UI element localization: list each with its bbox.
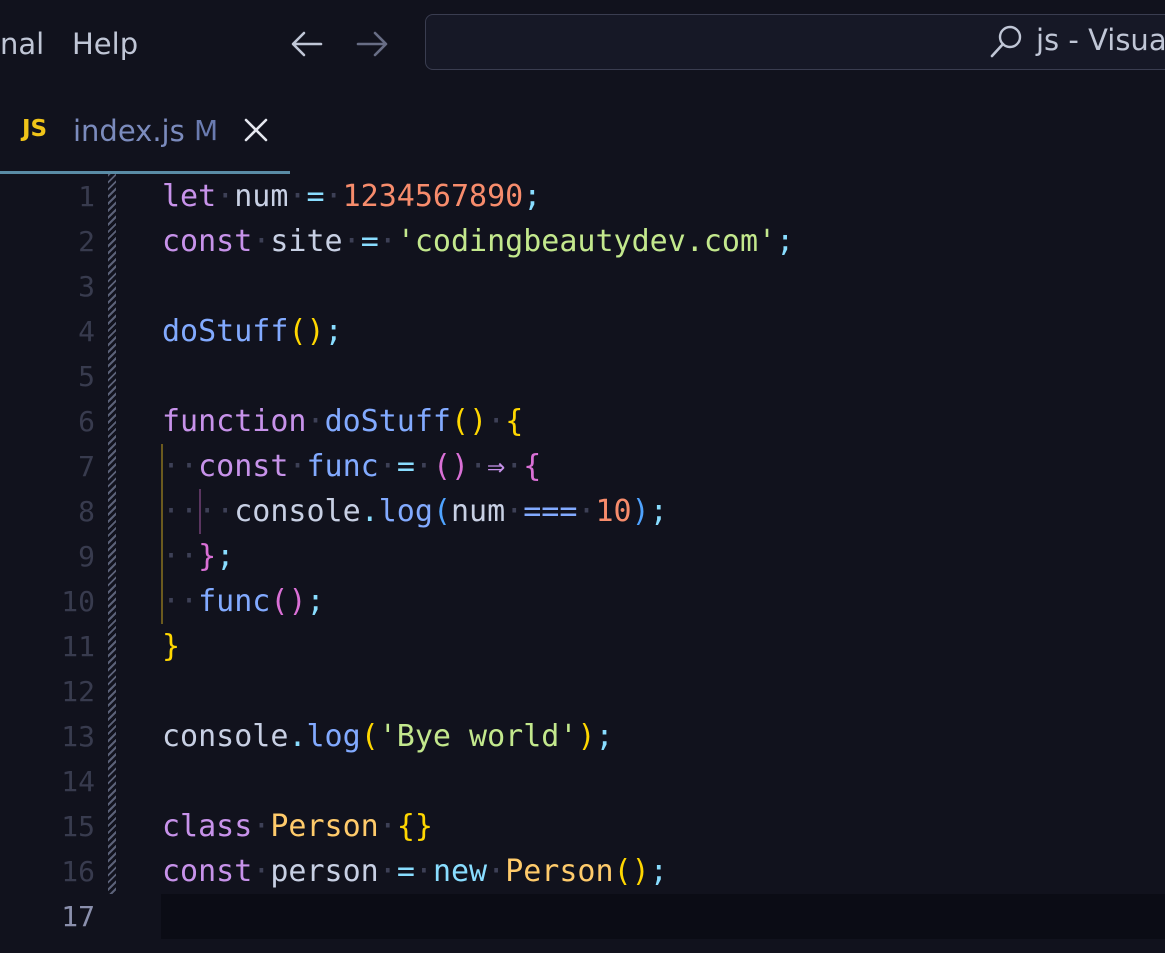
line-number-active: 17 [61, 900, 95, 933]
line-number: 16 [61, 855, 95, 888]
current-line-highlight [161, 894, 1165, 939]
line-number: 10 [61, 585, 95, 618]
code-line: } [162, 629, 181, 664]
editor-tab-bar: JS index.js M [0, 96, 1165, 176]
line-number: 14 [61, 765, 95, 798]
modified-status-badge: M [194, 114, 219, 147]
code-line: doStuff(); [162, 314, 343, 349]
line-number: 6 [78, 405, 95, 438]
code-line: ····console.log(num·===·10); [162, 494, 668, 529]
menu-help[interactable]: Help [72, 24, 138, 64]
close-icon[interactable] [240, 114, 272, 146]
line-number: 11 [61, 630, 95, 663]
code-line: const·person·=·new·Person(); [162, 854, 668, 889]
command-center-label: js - Visual [1036, 23, 1165, 57]
search-icon [986, 22, 1026, 62]
code-line: console.log('Bye world'); [162, 719, 614, 754]
code-line: ··}; [162, 539, 235, 574]
code-line: const·site·=·'codingbeautydev.com'; [162, 224, 795, 259]
line-number: 2 [78, 225, 95, 258]
line-number: 5 [78, 360, 95, 393]
line-number: 1 [78, 180, 95, 213]
line-number: 9 [78, 540, 95, 573]
line-number: 8 [78, 495, 95, 528]
line-number: 7 [78, 450, 95, 483]
code-line: function·doStuff()·{ [162, 404, 524, 439]
code-line: let·num·=·1234567890; [162, 179, 542, 214]
line-number: 15 [61, 810, 95, 843]
tab-index-js[interactable]: JS index.js M [0, 96, 290, 176]
back-arrow-icon[interactable] [287, 24, 327, 64]
code-line: class·Person·{} [162, 809, 433, 844]
code-line: ··func(); [162, 584, 325, 619]
forward-arrow-icon[interactable] [352, 24, 392, 64]
title-bar: nal Help js - Visual [0, 0, 1165, 88]
line-number: 13 [61, 720, 95, 753]
line-number: 4 [78, 315, 95, 348]
line-number: 12 [61, 675, 95, 708]
git-change-indicator[interactable] [108, 174, 116, 894]
code-line: ··const·func·=·()·⇒·{ [162, 449, 542, 484]
command-center-search[interactable]: js - Visual [425, 14, 1165, 70]
line-number: 3 [78, 270, 95, 303]
code-editor[interactable]: 1 2 3 4 5 6 7 8 9 10 11 12 13 14 15 16 1… [0, 174, 1165, 953]
menu-terminal[interactable]: nal [0, 24, 44, 64]
tab-filename: index.js [73, 114, 185, 148]
javascript-file-icon: JS [22, 116, 48, 142]
